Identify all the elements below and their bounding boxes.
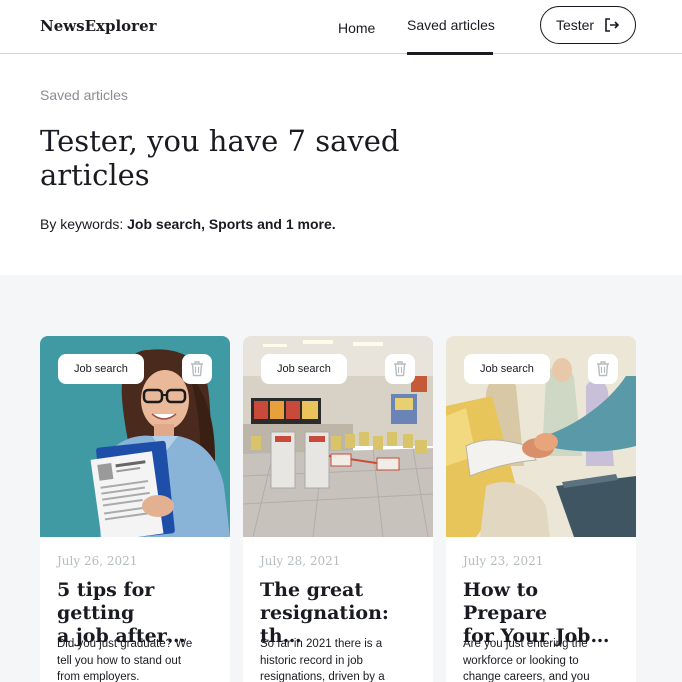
active-nav-underline	[407, 52, 493, 55]
article-card[interactable]: Job search July 26, 2021 5 tips for gett…	[40, 336, 230, 682]
article-text-line: tell you how to stand out	[57, 654, 182, 667]
article-text-line: So far in 2021 there is a	[260, 638, 383, 650]
trash-icon	[394, 361, 406, 377]
article-text-line: historic record in job	[260, 654, 363, 667]
article-text-line: workforce or looking to	[463, 654, 579, 667]
article-date: July 26, 2021	[57, 554, 138, 568]
article-description: Did you just graduate? We tell you how t…	[57, 636, 217, 682]
logout-button[interactable]: Tester	[540, 6, 636, 44]
article-date: July 28, 2021	[260, 554, 341, 568]
article-card[interactable]: Job search July 28, 2021 The great resig…	[243, 336, 433, 682]
article-text-line: Did you just graduate? We	[57, 638, 193, 650]
saved-articles-section: Job search July 26, 2021 5 tips for gett…	[0, 275, 682, 682]
article-text-line: from employers.	[57, 671, 140, 682]
keywords-prefix: By keywords:	[40, 216, 128, 232]
user-name: Tester	[555, 17, 595, 33]
article-date: July 23, 2021	[463, 554, 544, 568]
page-title: Tester, you have 7 saved articles	[40, 124, 400, 192]
article-title-line: How to Prepare	[463, 579, 548, 624]
delete-article-button[interactable]	[385, 354, 415, 384]
article-text-line: Are you just entering the	[463, 638, 588, 650]
logo[interactable]: NewsExplorer	[40, 17, 157, 35]
logout-icon	[604, 18, 620, 32]
delete-article-button[interactable]	[588, 354, 618, 384]
keyword-tag: Job search	[261, 354, 347, 384]
page-caption: Saved articles	[40, 87, 128, 103]
article-card[interactable]: Job search July 23, 2021 How to Prepare …	[446, 336, 636, 682]
article-text-line: change careers, and you	[463, 671, 590, 682]
article-description: Are you just entering the workforce or l…	[463, 636, 623, 682]
article-description: So far in 2021 there is a historic recor…	[260, 636, 420, 682]
nav-home-link[interactable]: Home	[338, 20, 375, 36]
article-title-line: 5 tips for getting	[57, 579, 155, 624]
trash-icon	[597, 361, 609, 377]
site-header: NewsExplorer Home Saved articles Tester	[0, 0, 682, 55]
nav-saved-articles-link[interactable]: Saved articles	[407, 0, 495, 55]
article-text-line: resignations, driven by a	[260, 671, 385, 682]
delete-article-button[interactable]	[182, 354, 212, 384]
article-title-line: The great	[260, 579, 364, 601]
trash-icon	[191, 361, 203, 377]
keyword-tag: Job search	[464, 354, 550, 384]
keywords-list: Job search, Sports and 1 more.	[127, 216, 336, 232]
keyword-tag: Job search	[58, 354, 144, 384]
nav-saved-articles-label: Saved articles	[407, 17, 495, 33]
keywords-summary: By keywords: Job search, Sports and 1 mo…	[40, 216, 336, 232]
